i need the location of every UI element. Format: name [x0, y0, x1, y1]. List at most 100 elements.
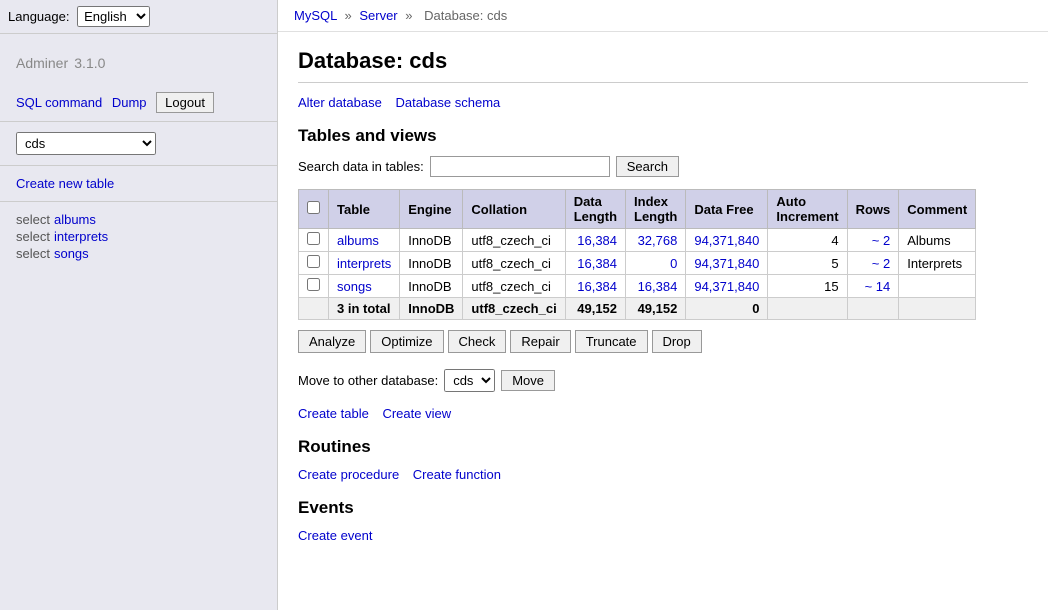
data-length-cell: 16,384 — [565, 275, 625, 298]
check-button[interactable]: Check — [448, 330, 507, 353]
dump-link[interactable]: Dump — [112, 95, 147, 110]
drop-button[interactable]: Drop — [652, 330, 702, 353]
alter-database-link[interactable]: Alter database — [298, 95, 382, 110]
sidebar-tables-list: selectalbums selectinterprets selectsong… — [0, 202, 277, 273]
col-comment: Comment — [899, 190, 976, 229]
table-link-albums[interactable]: albums — [337, 233, 379, 248]
rows-cell: ~ 14 — [847, 275, 899, 298]
index-length-cell: 16,384 — [626, 275, 686, 298]
data-free-cell: 94,371,840 — [686, 252, 768, 275]
create-table-link[interactable]: Create table — [298, 406, 369, 421]
create-new-table-link[interactable]: Create new table — [16, 176, 114, 191]
repair-button[interactable]: Repair — [510, 330, 570, 353]
truncate-button[interactable]: Truncate — [575, 330, 648, 353]
page-title: Database: cds — [298, 48, 1028, 83]
search-button[interactable]: Search — [616, 156, 679, 177]
analyze-button[interactable]: Analyze — [298, 330, 366, 353]
collation-cell: utf8_czech_ci — [463, 252, 565, 275]
row-checkbox[interactable] — [307, 232, 320, 245]
comment-cell — [899, 275, 976, 298]
row-checkbox[interactable] — [307, 278, 320, 291]
comment-cell: Albums — [899, 229, 976, 252]
auto-increment-cell: 4 — [768, 229, 847, 252]
col-rows: Rows — [847, 190, 899, 229]
search-label: Search data in tables: — [298, 159, 424, 174]
col-data-length: DataLength — [565, 190, 625, 229]
rows-cell: ~ 2 — [847, 229, 899, 252]
total-index-length: 49,152 — [626, 298, 686, 320]
optimize-button[interactable]: Optimize — [370, 330, 443, 353]
routines-links: Create procedure Create function — [298, 467, 1028, 482]
create-view-link[interactable]: Create view — [382, 406, 451, 421]
sql-command-link[interactable]: SQL command — [16, 95, 102, 110]
total-collation: utf8_czech_ci — [463, 298, 565, 320]
total-row: 3 in total InnoDB utf8_czech_ci 49,152 4… — [299, 298, 976, 320]
select-all-checkbox[interactable] — [307, 201, 320, 214]
app-title: Adminer 3.1.0 — [0, 34, 277, 84]
table-row: albums InnoDB utf8_czech_ci 16,384 32,76… — [299, 229, 976, 252]
sidebar-item-songs[interactable]: songs — [54, 246, 89, 261]
col-table: Table — [329, 190, 400, 229]
total-label: 3 in total — [329, 298, 400, 320]
table-link-interprets[interactable]: interprets — [337, 256, 391, 271]
main-content-area: MySQL » Server » Database: cds Database:… — [278, 0, 1048, 610]
sidebar-item-interprets[interactable]: interprets — [54, 229, 108, 244]
auto-increment-cell: 15 — [768, 275, 847, 298]
move-label: Move to other database: — [298, 373, 438, 388]
db-links: Alter database Database schema — [298, 95, 1028, 110]
database-select[interactable]: cds — [16, 132, 156, 155]
database-selector-row: cds — [0, 122, 277, 166]
events-links: Create event — [298, 528, 1028, 543]
move-db-select[interactable]: cds — [444, 369, 495, 392]
events-title: Events — [298, 498, 1028, 518]
database-schema-link[interactable]: Database schema — [395, 95, 500, 110]
engine-cell: InnoDB — [400, 252, 463, 275]
col-checkbox — [299, 190, 329, 229]
total-data-length: 49,152 — [565, 298, 625, 320]
row-checkbox[interactable] — [307, 255, 320, 268]
logout-button[interactable]: Logout — [156, 92, 214, 113]
breadcrumb: MySQL » Server » Database: cds — [278, 0, 1048, 32]
create-event-link[interactable]: Create event — [298, 528, 372, 543]
data-length-cell: 16,384 — [565, 252, 625, 275]
breadcrumb-mysql[interactable]: MySQL — [294, 8, 337, 23]
col-auto-increment: AutoIncrement — [768, 190, 847, 229]
search-input[interactable] — [430, 156, 610, 177]
col-engine: Engine — [400, 190, 463, 229]
breadcrumb-current: Database: cds — [424, 8, 507, 23]
search-bar: Search data in tables: Search — [298, 156, 1028, 177]
table-row: songs InnoDB utf8_czech_ci 16,384 16,384… — [299, 275, 976, 298]
routines-title: Routines — [298, 437, 1028, 457]
move-bar: Move to other database: cds Move — [298, 369, 1028, 392]
data-length-cell: 16,384 — [565, 229, 625, 252]
engine-cell: InnoDB — [400, 229, 463, 252]
main-content: Database: cds Alter database Database sc… — [278, 32, 1048, 559]
list-item: selectsongs — [16, 246, 261, 261]
table-bottom-links: Create table Create view — [298, 406, 1028, 421]
list-item: selectinterprets — [16, 229, 261, 244]
auto-increment-cell: 5 — [768, 252, 847, 275]
index-length-cell: 32,768 — [626, 229, 686, 252]
table-link-songs[interactable]: songs — [337, 279, 372, 294]
breadcrumb-server[interactable]: Server — [359, 8, 397, 23]
sidebar: Language: English Czech German French Ad… — [0, 0, 278, 610]
move-button[interactable]: Move — [501, 370, 555, 391]
create-table-section: Create new table — [0, 166, 277, 202]
language-selector-row: Language: English Czech German French — [0, 0, 277, 34]
col-collation: Collation — [463, 190, 565, 229]
action-buttons: Analyze Optimize Check Repair Truncate D… — [298, 330, 1028, 353]
index-length-cell: 0 — [626, 252, 686, 275]
language-select[interactable]: English Czech German French — [77, 6, 150, 27]
collation-cell: utf8_czech_ci — [463, 275, 565, 298]
tables-views-title: Tables and views — [298, 126, 1028, 146]
total-data-free: 0 — [686, 298, 768, 320]
col-data-free: Data Free — [686, 190, 768, 229]
rows-cell: ~ 2 — [847, 252, 899, 275]
sidebar-item-albums[interactable]: albums — [54, 212, 96, 227]
create-procedure-link[interactable]: Create procedure — [298, 467, 399, 482]
create-function-link[interactable]: Create function — [413, 467, 501, 482]
total-engine: InnoDB — [400, 298, 463, 320]
comment-cell: Interprets — [899, 252, 976, 275]
data-free-cell: 94,371,840 — [686, 229, 768, 252]
list-item: selectalbums — [16, 212, 261, 227]
